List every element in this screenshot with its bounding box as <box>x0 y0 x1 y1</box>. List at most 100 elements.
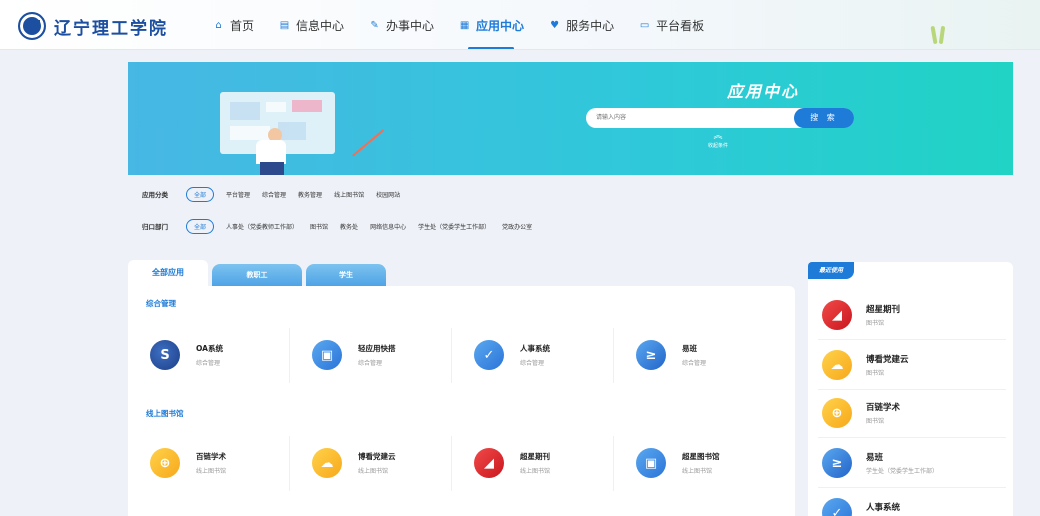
main-nav: ⌂ 首页 ▤ 信息中心 ✎ 办事中心 ▦ 应用中心 ♥ 服务中心 ▭ 平台看板 <box>212 0 728 49</box>
recent-apps-panel: 最近使用 ◢ 超星期刊 图书馆 ☁ 博看党建云 图书馆 ⊕ 百链学术 图书馆 ≥… <box>808 262 1013 516</box>
image-icon: ▣ <box>636 448 666 478</box>
search-input[interactable] <box>596 111 776 125</box>
app-tile[interactable]: ⊕ 百链学术 线上图书馆 <box>128 436 290 491</box>
illustration-person-body <box>256 140 286 164</box>
check-shield-icon: ✓ <box>822 498 852 516</box>
app-name: 超星期刊 <box>520 452 550 461</box>
app-name: 人事系统 <box>520 344 550 353</box>
cloud-icon: ☁ <box>312 448 342 478</box>
app-name: 易班 <box>682 344 697 353</box>
app-row: ⊕ 百链学术 线上图书馆 ☁ 博看党建云 线上图书馆 ◢ 超星期刊 线上图书馆 … <box>128 436 795 491</box>
collapse-label: 收起条件 <box>707 143 728 149</box>
department-option-all[interactable]: 全部 <box>186 218 215 234</box>
app-row: S OA系统 综合管理 ▣ 轻应用快搭 综合管理 ✓ 人事系统 综合管理 ≥ 易… <box>128 328 795 383</box>
category-option-all[interactable]: 全部 <box>186 186 215 202</box>
nav-app-center[interactable]: ▦ 应用中心 <box>458 0 525 49</box>
app-category: 线上图书馆 <box>358 468 389 475</box>
recent-label: 最近使用 <box>808 262 854 279</box>
recent-item[interactable]: ✓ 人事系统 <box>818 488 1006 516</box>
department-option[interactable]: 图书馆 <box>310 222 328 231</box>
app-tile[interactable]: ▣ 轻应用快搭 综合管理 <box>290 328 452 383</box>
category-option[interactable]: 教务管理 <box>298 190 322 199</box>
apps-main-area: 全部应用 教职工 学生 综合管理 S OA系统 综合管理 ▣ 轻应用快搭 综合管… <box>128 260 795 516</box>
recent-item[interactable]: ⊕ 百链学术 图书馆 <box>818 388 1006 438</box>
nav-label: 应用中心 <box>476 18 525 33</box>
search-book-icon: ⊕ <box>150 448 180 478</box>
recent-item[interactable]: ☁ 博看党建云 图书馆 <box>818 340 1006 390</box>
category-filter-row: 应用分类 全部 平台管理 综合管理 教务管理 线上图书馆 校园网站 <box>142 186 412 202</box>
recent-item[interactable]: ◢ 超星期刊 图书馆 <box>818 290 1006 340</box>
nav-task-center[interactable]: ✎ 办事中心 <box>368 0 435 49</box>
dashboard-icon: ▭ <box>639 19 650 31</box>
app-category: 综合管理 <box>682 360 707 367</box>
recent-item-category: 图书馆 <box>866 370 885 377</box>
department-option[interactable]: 人事处（党委教师工作部） <box>226 222 298 231</box>
recent-item-category: 学生处（党委学生工作部） <box>866 468 939 475</box>
recent-item[interactable]: ≥ 易班 学生处（党委学生工作部） <box>818 438 1006 488</box>
app-category: 综合管理 <box>520 360 545 367</box>
nav-label: 信息中心 <box>296 18 345 33</box>
recent-item-name: 易班 <box>866 453 884 463</box>
home-icon: ⌂ <box>215 19 222 31</box>
search-book-icon: ⊕ <box>822 398 852 428</box>
check-shield-icon: ✓ <box>474 340 504 370</box>
app-tile[interactable]: S OA系统 综合管理 <box>128 328 290 383</box>
category-option[interactable]: 平台管理 <box>226 190 250 199</box>
top-navigation-bar: 辽宁理工学院 ⌂ 首页 ▤ 信息中心 ✎ 办事中心 ▦ 应用中心 ♥ 服务中心 … <box>0 0 1040 50</box>
app-name: 超星图书馆 <box>682 452 720 461</box>
app-name: 轻应用快搭 <box>358 344 396 353</box>
plant-decoration-icon <box>930 20 950 45</box>
recent-item-category: 图书馆 <box>866 418 885 425</box>
department-option[interactable]: 学生处（党委学生工作部） <box>418 222 490 231</box>
school-logo[interactable]: 辽宁理工学院 <box>18 10 168 42</box>
app-category: 线上图书馆 <box>682 468 713 475</box>
department-option[interactable]: 网络信息中心 <box>370 222 406 231</box>
app-tile[interactable]: ◢ 超星期刊 线上图书馆 <box>452 436 614 491</box>
nav-dashboard[interactable]: ▭ 平台看板 <box>638 0 704 49</box>
recent-item-category: 图书馆 <box>866 320 885 327</box>
cloud-icon: ☁ <box>822 350 852 380</box>
apps-icon: ▦ <box>459 19 470 31</box>
tab-all-apps[interactable]: 全部应用 <box>128 260 208 286</box>
app-category: 综合管理 <box>358 360 383 367</box>
tab-students[interactable]: 学生 <box>306 264 386 286</box>
nav-label: 办事中心 <box>386 18 435 33</box>
app-tile[interactable]: ☁ 博看党建云 线上图书馆 <box>290 436 452 491</box>
app-category: 线上图书馆 <box>196 468 227 475</box>
logo-text: 辽宁理工学院 <box>54 18 168 39</box>
illustration-person-legs <box>260 162 284 175</box>
app-tile[interactable]: ≥ 易班 综合管理 <box>614 328 776 383</box>
app-center-banner: 应用中心 搜 索 ︽ 收起条件 <box>128 62 1013 175</box>
app-tile[interactable]: ▣ 超星图书馆 线上图书馆 <box>614 436 776 491</box>
illustration-arrow <box>352 129 384 157</box>
chevron-up-icon: ︽ <box>713 131 723 141</box>
nav-service-center[interactable]: ♥ 服务中心 <box>548 0 615 49</box>
category-option[interactable]: 综合管理 <box>262 190 286 199</box>
app-category: 线上图书馆 <box>520 468 551 475</box>
image-icon: ▣ <box>312 340 342 370</box>
nav-label: 服务中心 <box>566 18 615 33</box>
filter-panel: 应用分类 全部 平台管理 综合管理 教务管理 线上图书馆 校园网站 归口部门 全… <box>128 175 1013 245</box>
tab-staff[interactable]: 教职工 <box>212 264 302 286</box>
apps-panel: 综合管理 S OA系统 综合管理 ▣ 轻应用快搭 综合管理 ✓ 人事系统 综合管… <box>128 286 795 516</box>
category-option[interactable]: 线上图书馆 <box>334 190 364 199</box>
department-filter-label: 归口部门 <box>142 223 168 231</box>
collapse-filters-toggle[interactable]: ︽ 收起条件 <box>698 131 738 150</box>
audience-tabs: 全部应用 教职工 学生 <box>128 260 390 286</box>
journal-icon: ◢ <box>474 448 504 478</box>
department-option[interactable]: 党政办公室 <box>502 222 532 231</box>
search-button[interactable]: 搜 索 <box>794 108 854 128</box>
nav-info-center[interactable]: ▤ 信息中心 <box>278 0 345 49</box>
category-option[interactable]: 校园网站 <box>376 190 400 199</box>
category-filter-label: 应用分类 <box>142 191 168 199</box>
department-option[interactable]: 教务处 <box>340 222 358 231</box>
oa-icon: S <box>150 340 180 370</box>
recent-item-name: 博看党建云 <box>866 355 909 365</box>
section-title: 综合管理 <box>146 299 176 308</box>
app-tile[interactable]: ✓ 人事系统 综合管理 <box>452 328 614 383</box>
nav-home[interactable]: ⌂ 首页 <box>212 0 255 49</box>
service-icon: ♥ <box>550 19 560 31</box>
app-name: 博看党建云 <box>358 452 396 461</box>
app-name: 百链学术 <box>196 452 226 461</box>
nav-label: 首页 <box>230 18 255 33</box>
